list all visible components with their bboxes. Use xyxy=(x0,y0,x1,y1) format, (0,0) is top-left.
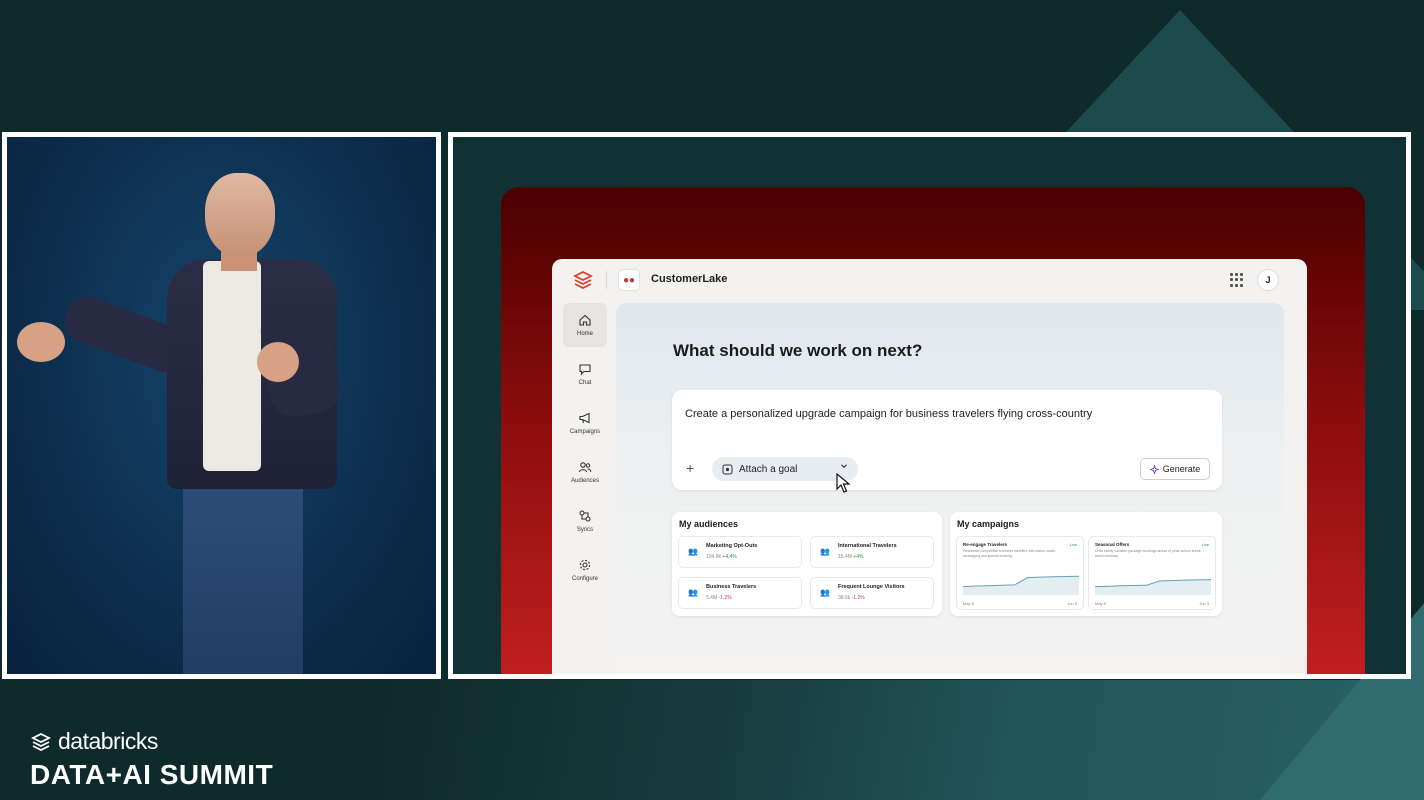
users-icon: 👥 xyxy=(820,588,830,597)
campaign-name: Seasonal Offers xyxy=(1095,542,1130,547)
speaker-video-panel xyxy=(2,132,441,679)
audiences-title: My audiences xyxy=(679,519,739,529)
campaign-item[interactable]: Re-engage Travelers Live Reactivate comp… xyxy=(956,536,1084,610)
generate-label: Generate xyxy=(1162,464,1201,474)
speaker-figure xyxy=(7,137,436,674)
page-title: What should we work on next? xyxy=(673,341,923,360)
sidebar-item-syncs[interactable]: Syncs xyxy=(563,499,607,543)
users-icon: 👥 xyxy=(820,547,830,556)
app-title: CustomerLake xyxy=(651,273,728,285)
sparkle-icon xyxy=(1149,464,1159,474)
megaphone-icon xyxy=(579,412,590,424)
sidebar-item-label: Audiences xyxy=(570,478,600,484)
trend-area xyxy=(1095,579,1211,595)
company-name: databricks xyxy=(58,728,158,754)
audience-item[interactable]: 👥 Marketing Opt-Outs 104.9k +4.4% xyxy=(678,536,802,568)
apps-grid-icon[interactable] xyxy=(1230,273,1244,287)
audience-stats: 5.4M -1.2% xyxy=(706,595,732,601)
home-icon xyxy=(579,314,591,326)
end-date: Jun 5 xyxy=(1067,601,1077,606)
users-icon: 👥 xyxy=(688,547,698,556)
status-badge: Live xyxy=(1069,542,1077,547)
main-content: What should we work on next? Create a pe… xyxy=(616,303,1284,674)
campaign-trend-chart xyxy=(1095,579,1211,595)
campaign-name: Re-engage Travelers xyxy=(963,542,1008,547)
slide-panel: ●● CustomerLake J Home Chat Campaigns Au… xyxy=(448,132,1411,679)
user-avatar[interactable]: J xyxy=(1257,269,1279,291)
sidebar-item-campaigns[interactable]: Campaigns xyxy=(563,401,607,445)
prompt-card: Create a personalized upgrade campaign f… xyxy=(672,390,1222,493)
sidebar-item-label: Chat xyxy=(578,380,592,386)
add-button[interactable]: + xyxy=(686,460,694,476)
end-date: Jun 3 xyxy=(1199,601,1209,606)
audience-name: International Travelers xyxy=(838,543,897,549)
divider xyxy=(606,271,607,289)
target-icon xyxy=(722,464,733,474)
sidebar-item-home[interactable]: Home xyxy=(563,303,607,347)
campaign-description: Reactivate competitive business traveler… xyxy=(963,549,1056,558)
sidebar-item-configure[interactable]: Configure xyxy=(563,548,607,592)
users-icon: 👥 xyxy=(688,588,698,597)
customerlake-logo-icon: ●● xyxy=(618,269,640,291)
campaigns-title: My campaigns xyxy=(957,519,1020,529)
sidebar-item-label: Campaigns xyxy=(569,429,601,435)
chat-icon xyxy=(579,364,591,376)
campaign-description: Drive family vacation package bookings a… xyxy=(1095,549,1201,558)
audience-stats: 104.9k +4.4% xyxy=(706,554,737,560)
audience-item[interactable]: 👥 Business Travelers 5.4M -1.2% xyxy=(678,577,802,609)
audience-name: Business Travelers xyxy=(706,584,757,590)
sidebar-item-label: Syncs xyxy=(576,527,594,533)
campaign-trend-chart xyxy=(963,575,1079,595)
sidebar-item-audiences[interactable]: Audiences xyxy=(563,450,607,494)
sidebar-item-label: Home xyxy=(576,331,593,337)
generate-button[interactable]: Generate xyxy=(1140,458,1210,480)
attach-goal-label: Attach a goal xyxy=(739,463,798,475)
audiences-card: My audiences 👥 Marketing Opt-Outs 104.9k… xyxy=(672,512,942,616)
event-name: DATA+AI SUMMIT xyxy=(30,759,274,790)
sidebar-item-chat[interactable]: Chat xyxy=(563,352,607,396)
chevron-down-icon xyxy=(841,464,847,469)
app-window: ●● CustomerLake J Home Chat Campaigns Au… xyxy=(552,259,1307,674)
audience-stats: 38.6k -1.2% xyxy=(838,595,865,601)
sync-icon xyxy=(579,510,591,522)
gear-icon xyxy=(579,559,591,571)
databricks-logo-icon xyxy=(30,732,52,751)
top-bar: ●● CustomerLake J xyxy=(552,259,1307,301)
status-badge: Live xyxy=(1201,542,1209,547)
audience-stats: 15.4M +4% xyxy=(838,554,864,560)
sidebar-item-label: Configure xyxy=(571,576,598,582)
mouse-cursor-icon xyxy=(836,473,851,493)
prompt-input[interactable]: Create a personalized upgrade campaign f… xyxy=(685,408,1092,420)
event-branding: databricks DATA+AI SUMMIT xyxy=(30,728,273,791)
campaign-item[interactable]: Seasonal Offers Live Drive family vacati… xyxy=(1088,536,1216,610)
audience-name: Marketing Opt-Outs xyxy=(706,543,758,549)
audience-item[interactable]: 👥 Frequent Lounge Visitors 38.6k -1.2% xyxy=(810,577,934,609)
audience-item[interactable]: 👥 International Travelers 15.4M +4% xyxy=(810,536,934,568)
audience-name: Frequent Lounge Visitors xyxy=(838,584,905,590)
campaigns-card: My campaigns Re-engage Travelers Live Re… xyxy=(950,512,1222,616)
databricks-logo-icon[interactable] xyxy=(572,269,594,291)
start-date: May 8 xyxy=(1095,601,1106,606)
start-date: May 8 xyxy=(963,601,974,606)
users-icon xyxy=(578,462,592,473)
